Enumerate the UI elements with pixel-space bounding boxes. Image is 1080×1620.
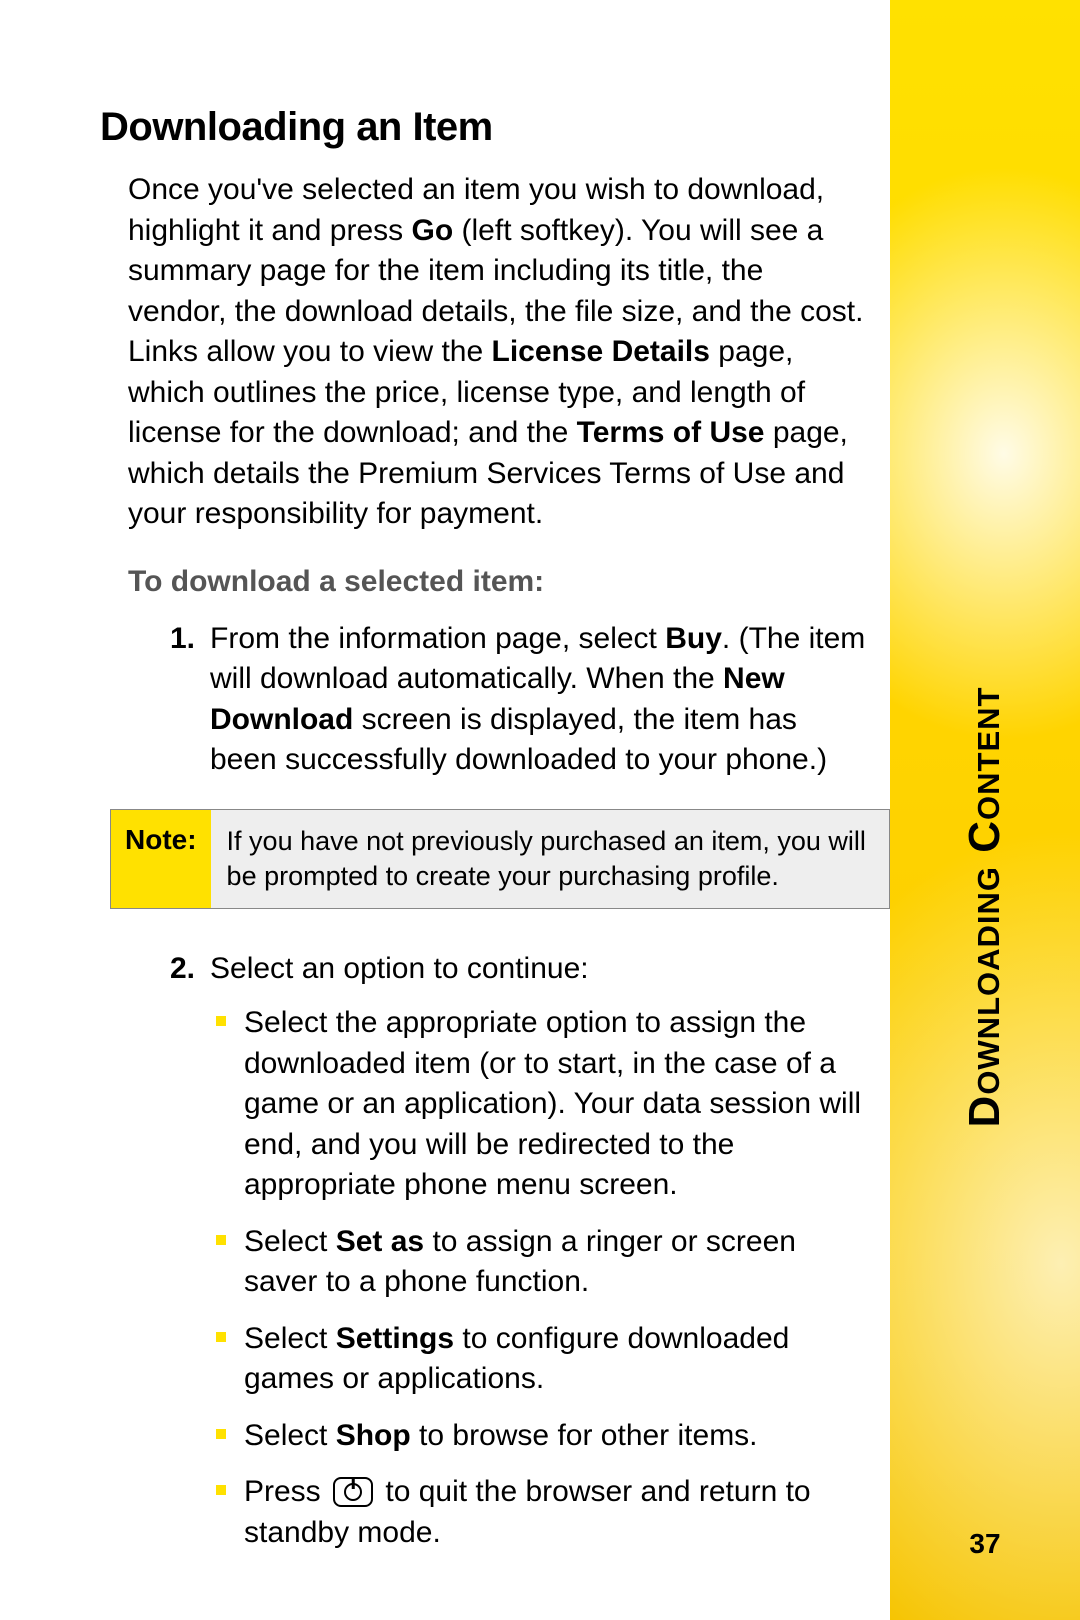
intro-paragraph: Once you've selected an item you wish to… [128, 170, 870, 535]
bold-terms-of-use: Terms of Use [577, 416, 765, 449]
bold-go: Go [412, 214, 454, 247]
bold-set-as: Set as [336, 1225, 424, 1258]
sub-bullets: Select the appropriate option to assign … [216, 1003, 870, 1553]
text: to browse for other items. [411, 1419, 758, 1452]
step-2: 2. Select an option to continue: Select … [170, 949, 870, 1554]
bold-buy: Buy [665, 622, 722, 655]
note-text: If you have not previously purchased an … [211, 810, 889, 908]
note-box: Note: If you have not previously purchas… [110, 809, 890, 909]
text: Select [244, 1419, 336, 1452]
content-area: Downloading an Item Once you've selected… [100, 105, 870, 1581]
step-1: 1. From the information page, select Buy… [170, 619, 870, 781]
list-item: Press to quit the browser and return to … [216, 1472, 870, 1553]
section-heading: Downloading an Item [100, 105, 870, 150]
list-item: Select Settings to configure downloaded … [216, 1319, 870, 1400]
bold-settings: Settings [336, 1322, 454, 1355]
list-item: Select Set as to assign a ringer or scre… [216, 1222, 870, 1303]
text: Select [244, 1322, 336, 1355]
side-tab-label: Downloading Content [960, 687, 1010, 1128]
steps-list-cont: 2. Select an option to continue: Select … [170, 949, 870, 1554]
step-number: 1. [170, 619, 195, 660]
steps-list: 1. From the information page, select Buy… [170, 619, 870, 781]
text: From the information page, select [210, 622, 665, 655]
page-number: 37 [890, 1528, 1080, 1560]
text: Press [244, 1475, 329, 1508]
bold-license-details: License Details [492, 335, 710, 368]
manual-page: Downloading an Item Once you've selected… [0, 0, 1080, 1620]
step-number: 2. [170, 949, 195, 990]
end-key-icon [333, 1477, 373, 1507]
note-label: Note: [111, 810, 211, 908]
list-item: Select Shop to browse for other items. [216, 1416, 870, 1457]
procedure-subhead: To download a selected item: [128, 565, 870, 599]
step-lead: Select an option to continue: [210, 952, 589, 985]
list-item: Select the appropriate option to assign … [216, 1003, 870, 1206]
text: Select [244, 1225, 336, 1258]
side-tab: Downloading Content [890, 0, 1080, 1620]
bold-shop: Shop [336, 1419, 411, 1452]
